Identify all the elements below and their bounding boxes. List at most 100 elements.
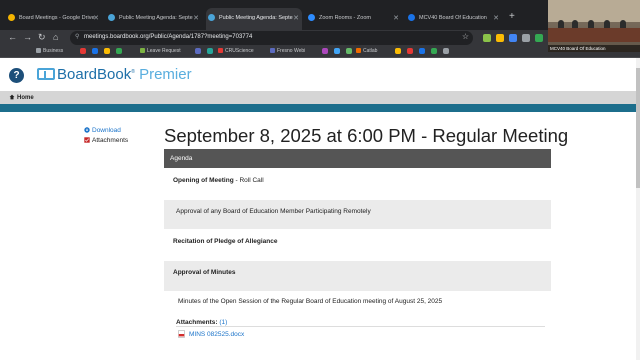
zoom-icon (308, 14, 315, 21)
home-button-icon[interactable]: ⌂ (53, 32, 58, 42)
help-button[interactable]: ? (9, 68, 24, 83)
extension-icon[interactable] (496, 34, 504, 42)
bookmarks-bar: Business Leave Request CRUScience Fresno… (0, 46, 640, 58)
agenda-item-title: Approval of Minutes (173, 269, 236, 276)
attachments-count: (1) (219, 319, 228, 326)
bookmark-icon[interactable] (395, 48, 401, 54)
google-drive-icon (8, 14, 15, 21)
brand-logo[interactable]: BoardBook® Premier (57, 66, 192, 83)
browser-tab-bar: Board Meetings - Google Drive ✕ Public M… (0, 0, 640, 30)
boardbook-icon (108, 14, 115, 21)
webcam-caption: MCV40 Board Of Education (548, 45, 640, 52)
attachment-file-name: MINS 082525.docx (189, 331, 245, 338)
bookmark-icon[interactable] (419, 48, 425, 54)
bookmark-item[interactable]: Business (36, 48, 63, 54)
new-tab-button[interactable]: + (509, 11, 515, 22)
bookmark-icon[interactable] (104, 48, 110, 54)
nav-home-link[interactable]: Home (9, 94, 34, 101)
address-bar[interactable]: ⚲ meetings.boardbook.org/Public/Agenda/1… (70, 31, 473, 45)
download-label: Download (92, 127, 121, 134)
attachments-heading: Attachments: (1) (176, 319, 227, 326)
bookmark-icon[interactable] (431, 48, 437, 54)
tab-label: Public Meeting Agenda: Septe (219, 15, 293, 21)
bookmark-icon[interactable] (334, 48, 340, 54)
close-icon[interactable]: ✕ (393, 14, 399, 22)
youtube-icon (408, 14, 415, 21)
bookmark-icon[interactable] (443, 48, 449, 54)
bookmark-favicon (140, 48, 145, 53)
bookmark-item[interactable]: Catlab (356, 48, 377, 54)
close-icon[interactable]: ✕ (493, 14, 499, 22)
folder-icon (36, 48, 41, 53)
agenda-item-sub: - Roll Call (233, 177, 264, 184)
bookmark-favicon (270, 48, 275, 53)
url-text: meetings.boardbook.org/Public/Agenda/178… (84, 34, 253, 40)
home-icon (9, 94, 15, 100)
bookmark-icon[interactable] (407, 48, 413, 54)
web-page: ? BoardBook® Premier Home Download Attac… (0, 58, 640, 360)
bookmark-item[interactable]: Fresno Webi (270, 48, 305, 54)
divider (176, 326, 545, 327)
site-header: ? BoardBook® Premier (0, 58, 640, 91)
tab-label: Board Meetings - Google Drive (19, 15, 95, 21)
agenda-item-opening: Opening of Meeting - Roll Call (164, 168, 551, 197)
agenda-item-minutes-desc: Minutes of the Open Session of the Regul… (164, 291, 551, 313)
forward-arrow-icon[interactable]: → (23, 32, 32, 42)
close-icon[interactable]: ✕ (93, 14, 99, 22)
scrollbar-thumb[interactable] (636, 68, 640, 188)
bookmark-favicon (356, 48, 361, 53)
nav-home-label: Home (17, 95, 34, 101)
cloud-download-icon (84, 127, 90, 133)
close-icon[interactable]: ✕ (293, 14, 299, 22)
tab-label: Public Meeting Agenda: Septe (119, 15, 193, 21)
reload-icon[interactable]: ↻ (38, 32, 46, 43)
bookmark-icon[interactable] (92, 48, 98, 54)
bookmark-icon[interactable] (322, 48, 328, 54)
bookmark-icon[interactable] (195, 48, 201, 54)
brand-premier: Premier (139, 66, 192, 83)
attachments-toggle[interactable]: Attachments (84, 137, 128, 147)
boardbook-logo-icon (37, 68, 55, 80)
bookmark-item[interactable]: CRUScience (218, 48, 254, 54)
bookmark-icon[interactable] (80, 48, 86, 54)
webcam-overlay: MCV40 Board Of Education (548, 0, 640, 52)
agenda-item-text: Opening of Meeting - Roll Call (173, 177, 264, 184)
page-title: September 8, 2025 at 6:00 PM - Regular M… (164, 125, 569, 146)
agenda-item-title: Recitation of Pledge of Allegiance (173, 238, 278, 245)
boardbook-icon (208, 14, 215, 21)
bookmark-star-icon[interactable]: ☆ (462, 32, 469, 41)
browser-toolbar: ← → ↻ ⌂ ⚲ meetings.boardbook.org/Public/… (0, 30, 640, 46)
agenda-item-remote: Approval of any Board of Education Membe… (164, 200, 551, 229)
attachments-label: Attachments (92, 137, 129, 144)
brand-main: BoardBook (57, 66, 132, 83)
close-icon[interactable]: ✕ (193, 14, 199, 22)
site-nav: Home (0, 91, 640, 104)
page-scrollbar[interactable] (636, 58, 640, 360)
agenda-item-desc: Approval of any Board of Education Membe… (176, 208, 371, 215)
tab-label: Zoom Rooms - Zoom (319, 15, 371, 21)
tab-board-meetings-drive[interactable]: Board Meetings - Google Drive ✕ (6, 8, 102, 30)
site-info-icon[interactable]: ⚲ (75, 33, 79, 40)
bookmark-icon[interactable] (116, 48, 122, 54)
tab-public-meeting-agenda-2[interactable]: Public Meeting Agenda: Septe ✕ (206, 8, 302, 30)
bookmark-item[interactable]: Leave Request (140, 48, 181, 54)
bookmark-icon[interactable] (207, 48, 213, 54)
webcam-desk (548, 28, 640, 42)
attachment-file-link[interactable]: MINS 082525.docx (178, 330, 244, 338)
download-link[interactable]: Download (84, 127, 128, 137)
tab-label: MCV40 Board Of Education (419, 15, 487, 21)
back-arrow-icon[interactable]: ← (8, 32, 17, 42)
agenda-header: Agenda (164, 149, 551, 168)
bookmark-favicon (218, 48, 223, 53)
tab-public-meeting-agenda-1[interactable]: Public Meeting Agenda: Septe ✕ (106, 8, 202, 30)
webcam-wall (548, 0, 640, 22)
extension-icon[interactable] (535, 34, 543, 42)
extension-icon[interactable] (483, 34, 491, 42)
bookmark-icon[interactable] (346, 48, 352, 54)
tab-zoom-rooms[interactable]: Zoom Rooms - Zoom ✕ (306, 8, 402, 30)
extension-icon[interactable] (522, 34, 530, 42)
attachments-heading-label: Attachments: (176, 319, 218, 326)
extension-icon[interactable] (509, 34, 517, 42)
tab-mcv40-board[interactable]: MCV40 Board Of Education ✕ (406, 8, 502, 30)
agenda-item-desc: Minutes of the Open Session of the Regul… (178, 298, 443, 305)
